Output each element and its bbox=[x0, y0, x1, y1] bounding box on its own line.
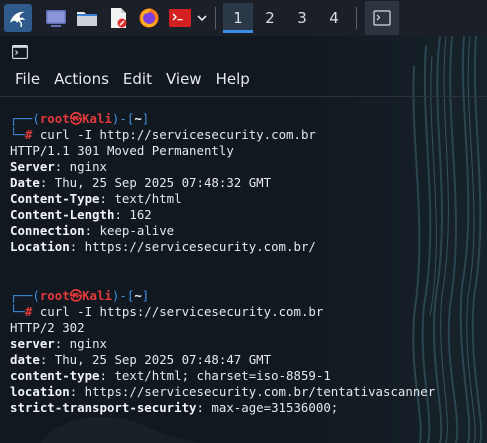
header-line: Content-Length: 162 bbox=[10, 207, 152, 223]
prompt-user: root bbox=[39, 288, 70, 303]
terminal-window[interactable]: File Actions Edit View Help ┌──(root㉿Kal… bbox=[0, 36, 487, 443]
desktop-icon bbox=[46, 10, 66, 27]
header-name: content-type bbox=[10, 368, 100, 383]
prompt-frame: ] bbox=[141, 111, 150, 126]
header-name: Connection bbox=[10, 223, 85, 238]
taskbar-terminal-window[interactable] bbox=[365, 1, 399, 35]
workspace-4[interactable]: 4 bbox=[319, 3, 349, 33]
workspace-label: 1 bbox=[233, 9, 243, 27]
terminal-launcher-button[interactable] bbox=[166, 4, 194, 32]
header-name: Content-Length bbox=[10, 207, 115, 222]
prompt-corner: └─ bbox=[10, 127, 25, 142]
header-name: location bbox=[10, 384, 70, 399]
header-name: Content-Type bbox=[10, 191, 100, 206]
prompt-frame: )-[ bbox=[111, 111, 135, 126]
command-text: curl -I http://servicesecurity.com.br bbox=[32, 127, 316, 142]
firefox-button[interactable] bbox=[135, 4, 163, 32]
header-line: content-type: text/html; charset=iso-885… bbox=[10, 368, 331, 384]
command-line: └─# curl -I https://servicesecurity.com.… bbox=[10, 304, 323, 320]
header-line: location: https://servicesecurity.com.br… bbox=[10, 384, 435, 400]
show-desktop-button[interactable] bbox=[42, 4, 70, 32]
header-line: date: Thu, 25 Sep 2025 07:48:47 GMT bbox=[10, 352, 271, 368]
header-value: : keep-alive bbox=[84, 223, 175, 238]
header-value: : https://servicesecurity.com.br/tentati… bbox=[69, 384, 436, 399]
prompt-line: ┌──(root㉿Kali)-[~] bbox=[10, 111, 149, 127]
prompt-at: ㉿ bbox=[69, 111, 83, 126]
panel-separator bbox=[356, 7, 357, 29]
header-name: strict-transport-security bbox=[10, 400, 197, 415]
menu-actions[interactable]: Actions bbox=[47, 70, 116, 88]
prompt-line: ┌──(root㉿Kali)-[~] bbox=[10, 288, 149, 304]
workspace-label: 4 bbox=[329, 9, 339, 27]
header-value: : 162 bbox=[114, 207, 152, 222]
header-name: server bbox=[10, 336, 55, 351]
http-status-line: HTTP/2 302 bbox=[10, 320, 85, 335]
menu-edit[interactable]: Edit bbox=[116, 70, 159, 88]
prompt-at: ㉿ bbox=[69, 288, 83, 303]
header-value: : https://servicesecurity.com.br/ bbox=[69, 239, 316, 254]
terminal-menubar: File Actions Edit View Help bbox=[0, 66, 487, 92]
header-line: Content-Type: text/html bbox=[10, 191, 182, 207]
header-value: : nginx bbox=[54, 159, 107, 174]
prompt-dir: ~ bbox=[134, 111, 142, 126]
kali-menu-button[interactable] bbox=[4, 4, 32, 32]
header-value: : text/html bbox=[99, 191, 182, 206]
header-value: : nginx bbox=[54, 336, 107, 351]
firefox-icon bbox=[139, 8, 159, 28]
text-editor-button[interactable] bbox=[104, 4, 132, 32]
header-name: Server bbox=[10, 159, 55, 174]
chevron-down-icon bbox=[197, 15, 207, 22]
prompt-user: root bbox=[39, 111, 70, 126]
header-line: Connection: keep-alive bbox=[10, 223, 174, 239]
prompt-dir: ~ bbox=[134, 288, 142, 303]
workspace-3[interactable]: 3 bbox=[287, 3, 317, 33]
file-manager-button[interactable] bbox=[73, 4, 101, 32]
prompt-corner: └─ bbox=[10, 304, 25, 319]
prompt-frame: ┌──( bbox=[10, 288, 40, 303]
header-name: date bbox=[10, 352, 40, 367]
command-text: curl -I https://servicesecurity.com.br bbox=[32, 304, 324, 319]
prompt-host: Kali bbox=[82, 111, 112, 126]
workspace-label: 3 bbox=[297, 9, 307, 27]
header-value: : Thu, 25 Sep 2025 07:48:32 GMT bbox=[39, 175, 272, 190]
menu-file[interactable]: File bbox=[0, 70, 47, 88]
http-status-line: HTTP/1.1 301 Moved Permanently bbox=[10, 143, 234, 158]
file-manager-icon bbox=[77, 12, 97, 26]
panel-separator bbox=[215, 7, 216, 29]
prompt-frame: ┌──( bbox=[10, 111, 40, 126]
header-line: Location: https://servicesecurity.com.br… bbox=[10, 239, 316, 255]
header-value: : max-age=31536000; bbox=[196, 400, 339, 415]
menubar-divider bbox=[0, 96, 487, 97]
prompt-frame: ] bbox=[141, 288, 150, 303]
header-name: Date bbox=[10, 175, 40, 190]
workspace-2[interactable]: 2 bbox=[255, 3, 285, 33]
workspace-1[interactable]: 1 bbox=[223, 3, 253, 33]
header-line: Server: nginx bbox=[10, 159, 107, 175]
header-value: : text/html; charset=iso-8859-1 bbox=[99, 368, 331, 383]
launcher-dropdown[interactable] bbox=[195, 4, 209, 32]
top-panel: 1 2 3 4 bbox=[0, 0, 487, 36]
terminal-icon bbox=[373, 10, 391, 26]
menu-view[interactable]: View bbox=[159, 70, 209, 88]
workspace-label: 2 bbox=[265, 9, 275, 27]
header-value: : Thu, 25 Sep 2025 07:48:47 GMT bbox=[39, 352, 272, 367]
menu-help[interactable]: Help bbox=[209, 70, 257, 88]
header-name: Location bbox=[10, 239, 70, 254]
prompt-frame: )-[ bbox=[111, 288, 135, 303]
prompt-host: Kali bbox=[82, 288, 112, 303]
terminal-window-icon bbox=[12, 45, 28, 59]
kali-dragon-icon bbox=[10, 11, 25, 28]
header-line: Date: Thu, 25 Sep 2025 07:48:32 GMT bbox=[10, 175, 271, 191]
command-line: └─# curl -I http://servicesecurity.com.b… bbox=[10, 127, 316, 143]
text-editor-icon bbox=[111, 8, 127, 28]
header-line: server: nginx bbox=[10, 336, 107, 352]
terminal-launcher-icon bbox=[169, 9, 191, 27]
header-line: strict-transport-security: max-age=31536… bbox=[10, 400, 338, 416]
